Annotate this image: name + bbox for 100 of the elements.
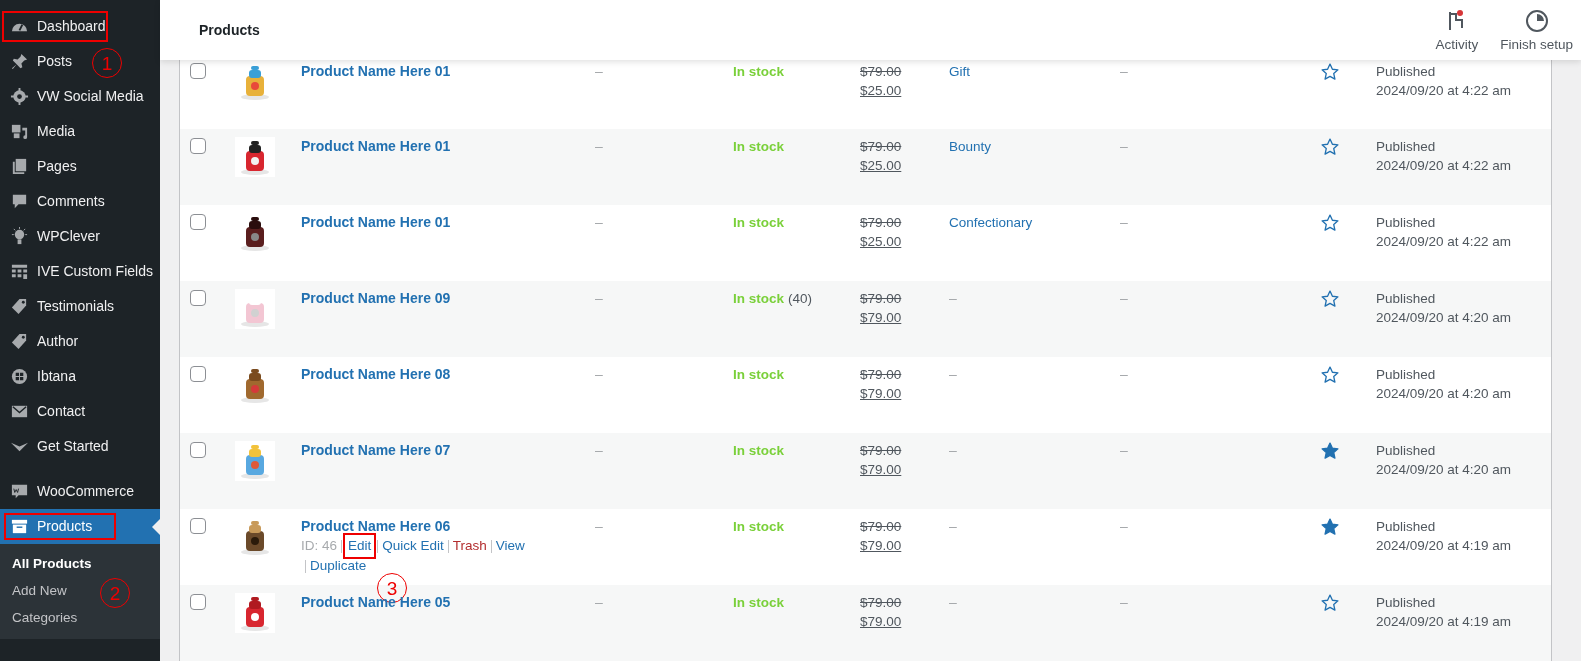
sale-price: $25.00 [860,157,902,175]
sku-cell: – [595,441,603,460]
sale-price: $25.00 [860,233,902,251]
row-checkbox[interactable] [190,518,206,534]
regular-price: $79.00 [860,518,902,536]
header-action[interactable]: Finish setup [1492,8,1581,52]
submenu-item[interactable]: Categories [12,610,78,625]
tags-cell: – [1120,517,1128,536]
submenu-item[interactable]: All Products [12,556,92,571]
star-icon[interactable] [1320,441,1340,461]
row-action-link[interactable]: Quick Edit [382,536,444,556]
product-name-link[interactable]: Product Name Here 01 [301,213,451,232]
sale-price: $79.00 [860,537,902,555]
tags-cell: – [1120,593,1128,612]
sidebar-item[interactable]: Media [0,114,80,149]
publish-date: 2024/09/20 at 4:22 am [1376,233,1512,251]
row-checkbox[interactable] [190,442,206,458]
sku-cell: – [595,593,603,612]
post-status: Published [1376,63,1436,81]
category-cell: – [949,593,957,612]
publish-date: 2024/09/20 at 4:22 am [1376,82,1512,100]
stock-status: In stock [733,518,784,536]
sku-cell: – [595,137,603,156]
sidebar-item[interactable]: IVE Custom Fields [0,254,157,289]
sidebar-item[interactable]: Author [0,324,83,359]
row-action-link[interactable]: View [495,536,525,556]
product-name-link[interactable]: Product Name Here 06 [301,517,451,536]
sidebar-item[interactable]: Testimonials [0,289,119,324]
row-checkbox[interactable] [190,138,206,154]
category-cell: – [949,517,957,536]
tags-cell: – [1120,137,1128,156]
stock-status: In stock [733,214,784,232]
archive-icon [10,517,29,536]
row-checkbox[interactable] [190,594,206,610]
media-icon [10,122,29,141]
regular-price: $79.00 [860,442,902,460]
sale-price: $79.00 [860,461,902,479]
star-icon[interactable] [1320,137,1340,157]
product-name-link[interactable]: Product Name Here 08 [301,365,451,384]
row-checkbox[interactable] [190,290,206,306]
row-action-link[interactable]: Edit [346,536,374,556]
post-status: Published [1376,442,1436,460]
header-action[interactable]: Activity [1427,8,1487,52]
category-cell: – [949,365,957,384]
stock-count: (40) [788,290,813,308]
category-cell-text: Gift [949,63,970,81]
sidebar-item[interactable]: Dashboard [0,9,110,44]
regular-price: $79.00 [860,214,902,232]
stock-status: In stock [733,594,784,612]
star-icon[interactable] [1320,289,1340,309]
product-name-link[interactable]: Product Name Here 01 [301,137,451,156]
row-checkbox[interactable] [190,366,206,382]
product-id: ID: 46 [301,537,338,555]
pin-icon [10,52,29,71]
regular-price: $79.00 [860,290,902,308]
category-cell: – [949,289,957,308]
tags-cell: – [1120,62,1128,81]
sidebar-item[interactable]: WooCommerce [0,474,138,509]
product-name-link[interactable]: Product Name Here 01 [301,62,451,81]
product-name-link[interactable]: Product Name Here 09 [301,289,451,308]
sidebar-item[interactable]: Contact [0,394,90,429]
post-status: Published [1376,138,1436,156]
sku-cell: – [595,517,603,536]
row-action-link[interactable]: Duplicate [310,556,367,576]
star-icon[interactable] [1320,213,1340,233]
publish-date: 2024/09/20 at 4:20 am [1376,385,1512,403]
post-status: Published [1376,214,1436,232]
category-cell: – [949,441,957,460]
sidebar-item[interactable]: Get Started [0,429,113,464]
category-cell-text: Confectionary [949,214,1033,232]
sale-price: $79.00 [860,613,902,631]
sidebar-item[interactable]: Comments [0,184,109,219]
sidebar-item[interactable]: Ibtana [0,359,80,394]
star-icon[interactable] [1320,593,1340,613]
regular-price: $79.00 [860,138,902,156]
sale-price: $25.00 [860,82,902,100]
tag-icon [10,332,29,351]
row-checkbox[interactable] [190,214,206,230]
stock-status: In stock [733,442,784,460]
tags-cell: – [1120,289,1128,308]
sidebar-item[interactable]: VW Social Media [0,79,148,114]
sidebar-item[interactable]: Posts [0,44,76,79]
sidebar-item[interactable]: Pages [0,149,81,184]
tags-cell: – [1120,441,1128,460]
product-name-link[interactable]: Product Name Here 07 [301,441,451,460]
sku-cell: – [595,365,603,384]
sidebar-item[interactable]: Products [0,509,160,544]
row-checkbox[interactable] [190,63,206,79]
trash-link[interactable]: Trash [452,536,487,556]
regular-price: $79.00 [860,63,902,81]
sku-cell: – [595,213,603,232]
bulb-icon [10,227,29,246]
submenu-item[interactable]: Add New [12,583,67,598]
star-icon[interactable] [1320,517,1340,537]
sale-price: $79.00 [860,309,902,327]
category-cell-text: Bounty [949,138,992,156]
regular-price: $79.00 [860,366,902,384]
star-icon[interactable] [1320,62,1340,82]
sidebar-item[interactable]: WPClever [0,219,104,254]
star-icon[interactable] [1320,365,1340,385]
